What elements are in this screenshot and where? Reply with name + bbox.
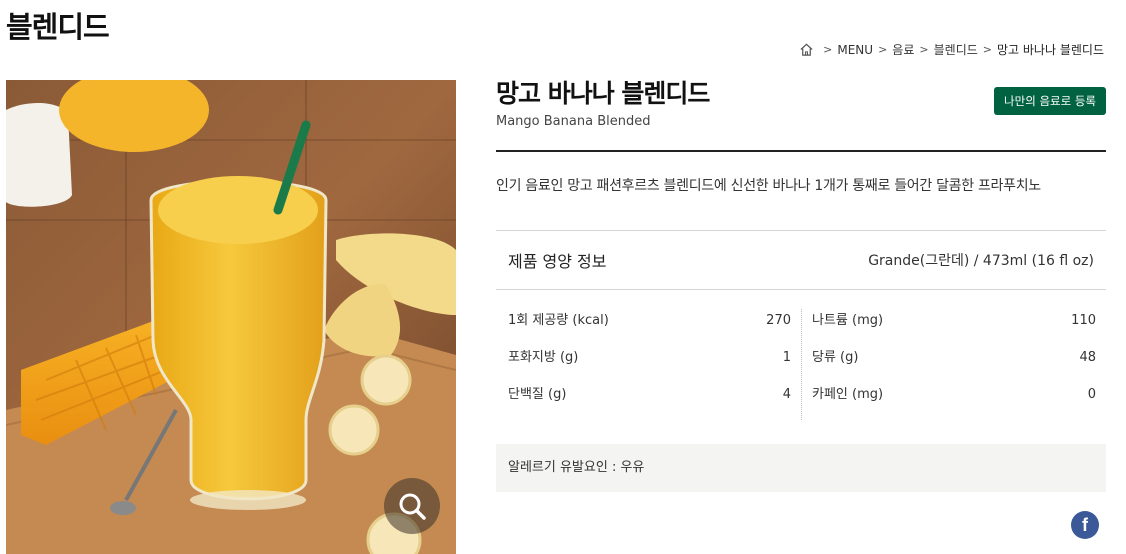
register-my-drink-button[interactable]: 나만의 음료로 등록 bbox=[994, 87, 1106, 115]
allergy-info: 알레르기 유발요인 : 우유 bbox=[496, 444, 1106, 492]
nutrition-table: 1회 제공량 (kcal) 270 포화지방 (g) 1 단백질 (g) 4 나… bbox=[496, 290, 1106, 434]
nutrient-label: 당류 (g) bbox=[812, 350, 859, 365]
nutrient-label: 1회 제공량 (kcal) bbox=[508, 313, 609, 328]
category-title: 블렌디드 bbox=[6, 10, 110, 44]
nutrition-info: 제품 영양 정보 Grande(그란데) / 473ml (16 fl oz) … bbox=[496, 230, 1106, 492]
facebook-share-button[interactable]: f bbox=[1071, 511, 1099, 539]
nutrient-label: 단백질 (g) bbox=[508, 387, 567, 402]
chevron-right-icon: > bbox=[823, 43, 833, 56]
product-name-english: Mango Banana Blended bbox=[496, 114, 651, 129]
nutrition-header: 제품 영양 정보 Grande(그란데) / 473ml (16 fl oz) bbox=[496, 231, 1106, 290]
product-description: 인기 음료인 망고 패션후르츠 블렌디드에 신선한 바나나 1개가 통째로 들어… bbox=[496, 178, 1041, 194]
nutrition-row: 포화지방 (g) 1 bbox=[508, 346, 791, 383]
zoom-button[interactable] bbox=[384, 478, 440, 534]
nutrient-value: 48 bbox=[1079, 350, 1096, 365]
nutrition-row: 나트륨 (mg) 110 bbox=[812, 309, 1096, 346]
breadcrumb-item-drinks[interactable]: 음료 bbox=[892, 41, 914, 58]
nutrient-label: 카페인 (mg) bbox=[812, 387, 884, 402]
divider bbox=[496, 150, 1106, 152]
serving-size: Grande(그란데) / 473ml (16 fl oz) bbox=[868, 253, 1094, 269]
home-icon[interactable] bbox=[799, 42, 814, 57]
breadcrumb-item-menu[interactable]: MENU bbox=[837, 43, 873, 57]
nutrient-value: 270 bbox=[766, 313, 791, 328]
nutrient-value: 110 bbox=[1071, 313, 1096, 328]
nutrient-label: 나트륨 (mg) bbox=[812, 313, 884, 328]
breadcrumb: > MENU > 음료 > 블렌디드 > 망고 바나나 블렌디드 bbox=[799, 41, 1104, 58]
nutrition-row: 당류 (g) 48 bbox=[812, 346, 1096, 383]
breadcrumb-current: 망고 바나나 블렌디드 bbox=[997, 43, 1104, 57]
nutrient-value: 0 bbox=[1087, 387, 1096, 402]
product-info: 망고 바나나 블렌디드 Mango Banana Blended 나만의 음료로… bbox=[496, 72, 1106, 492]
nutrition-column-right: 나트륨 (mg) 110 당류 (g) 48 카페인 (mg) 0 bbox=[801, 309, 1106, 420]
nutrition-column-left: 1회 제공량 (kcal) 270 포화지방 (g) 1 단백질 (g) 4 bbox=[496, 309, 801, 420]
nutrition-row: 카페인 (mg) 0 bbox=[812, 383, 1096, 420]
nutrient-value: 4 bbox=[782, 387, 791, 402]
breadcrumb-item-blended[interactable]: 블렌디드 bbox=[934, 41, 978, 58]
product-photo-illustration bbox=[6, 80, 456, 554]
nutrient-label: 포화지방 (g) bbox=[508, 350, 579, 365]
chevron-right-icon: > bbox=[878, 43, 888, 56]
chevron-right-icon: > bbox=[982, 43, 992, 56]
nutrient-value: 1 bbox=[782, 350, 791, 365]
chevron-right-icon: > bbox=[919, 43, 929, 56]
nutrition-row: 1회 제공량 (kcal) 270 bbox=[508, 309, 791, 346]
nutrition-row: 단백질 (g) 4 bbox=[508, 383, 791, 420]
product-page: 블렌디드 > MENU > 음료 > 블렌디드 > 망고 바나나 블렌디드 망고… bbox=[0, 0, 1126, 554]
facebook-icon: f bbox=[1082, 514, 1088, 535]
product-image bbox=[6, 80, 456, 554]
nutrition-title: 제품 영양 정보 bbox=[508, 252, 607, 271]
zoom-icon bbox=[399, 493, 426, 520]
